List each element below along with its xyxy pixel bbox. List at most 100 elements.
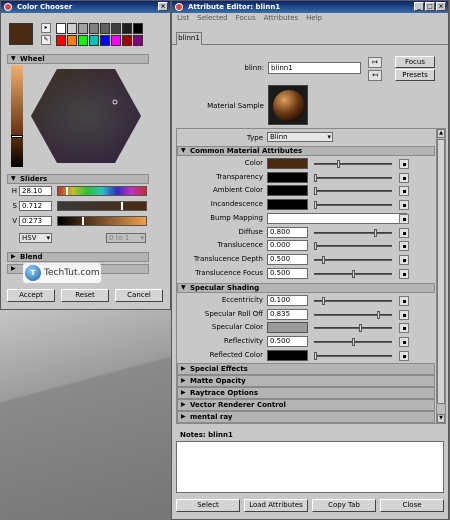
transparency-slider-handle[interactable] — [314, 173, 317, 182]
palette-swatch[interactable] — [122, 23, 132, 34]
section-raytrace-options[interactable]: ▶ Raytrace Options — [177, 387, 435, 399]
output-connections-icon[interactable]: ↤ — [368, 70, 382, 81]
translucence-slider-handle[interactable] — [314, 242, 317, 251]
sliders-section-header[interactable]: ▼ Sliders — [7, 174, 149, 184]
color-chooser-titlebar[interactable]: Color Chooser × — [1, 1, 170, 13]
translucence-focus-slider-handle[interactable] — [351, 269, 355, 278]
reflectivity-map-icon[interactable] — [399, 337, 409, 348]
palette-swatch[interactable] — [111, 35, 121, 46]
h-slider-handle[interactable] — [66, 187, 68, 195]
translucence-depth-map-icon[interactable] — [399, 254, 409, 265]
color-swatch[interactable] — [267, 158, 308, 169]
palette-swatch[interactable] — [133, 23, 143, 34]
scroll-thumb[interactable] — [437, 139, 445, 404]
load-attributes-button[interactable]: Load Attributes — [244, 499, 308, 512]
translucence-focus-slider[interactable] — [314, 269, 392, 278]
h-field[interactable]: 28.10 — [19, 186, 52, 196]
value-strip[interactable] — [11, 65, 23, 167]
eccentricity-slider-handle[interactable] — [321, 297, 325, 305]
palette-swatch[interactable] — [67, 23, 77, 34]
translucence-field[interactable]: 0.000 — [267, 240, 308, 252]
scrollbar[interactable]: ▲ ▼ — [436, 129, 445, 423]
transparency-swatch[interactable] — [267, 171, 308, 183]
diffuse-map-icon[interactable] — [399, 227, 409, 238]
ambient-color-slider[interactable] — [314, 187, 392, 196]
color-wheel-hexagon[interactable] — [29, 65, 143, 167]
copy-tab-button[interactable]: Copy Tab — [312, 499, 376, 512]
reflected-color-map-icon[interactable] — [399, 350, 409, 361]
type-select[interactable]: Blinn ▾ — [267, 132, 333, 142]
diffuse-slider-handle[interactable] — [374, 228, 377, 237]
reflected-color-slider[interactable] — [314, 351, 392, 360]
bump-mapping-map-icon[interactable] — [399, 213, 409, 224]
common-section-header[interactable]: ▼ Common Material Attributes — [177, 146, 435, 156]
translucence-depth-slider-handle[interactable] — [321, 255, 325, 264]
v-slider-bar[interactable] — [57, 216, 147, 226]
eccentricity-slider[interactable] — [314, 297, 392, 305]
s-field[interactable]: 0.712 — [19, 201, 52, 211]
diffuse-slider[interactable] — [314, 228, 392, 237]
s-slider-handle[interactable] — [121, 202, 123, 210]
section-special-effects[interactable]: ▶ Special Effects — [177, 363, 435, 375]
specular-color-slider[interactable] — [314, 324, 392, 333]
specular-roll-off-field[interactable]: 0.835 — [267, 308, 308, 320]
incandescence-slider[interactable] — [314, 201, 392, 210]
specular-roll-off-slider[interactable] — [314, 310, 392, 319]
cancel-button[interactable]: Cancel — [115, 289, 163, 302]
section-vector-renderer-control[interactable]: ▶ Vector Renderer Control — [177, 399, 435, 411]
palette-swatch[interactable] — [67, 35, 77, 46]
incandescence-slider-handle[interactable] — [314, 201, 317, 210]
specular-color-slider-handle[interactable] — [359, 324, 362, 333]
specular-roll-off-map-icon[interactable] — [399, 309, 409, 320]
value-strip-handle[interactable] — [11, 135, 23, 138]
reset-button[interactable]: Reset — [61, 289, 109, 302]
h-slider-bar[interactable] — [57, 186, 147, 196]
palette-swatch[interactable] — [111, 23, 121, 34]
translucence-focus-map-icon[interactable] — [399, 268, 409, 279]
palette-swatch[interactable] — [78, 35, 88, 46]
tab-blinn1[interactable]: blinn1 — [176, 32, 202, 45]
menu-item-focus[interactable]: Focus — [236, 13, 256, 24]
v-slider-handle[interactable] — [82, 217, 84, 225]
reflectivity-field[interactable]: 0.500 — [267, 336, 308, 348]
specular-color-map-icon[interactable] — [399, 323, 409, 334]
palette-swatch[interactable] — [133, 35, 143, 46]
select-button[interactable]: Select — [176, 499, 240, 512]
color-map-icon[interactable] — [399, 159, 409, 169]
minimize-icon[interactable]: _ — [414, 2, 424, 11]
blend-section-header[interactable]: ▶ Blend — [7, 252, 149, 262]
incandescence-map-icon[interactable] — [399, 200, 409, 211]
close-icon[interactable]: × — [158, 2, 168, 11]
palette-swatch[interactable] — [100, 23, 110, 34]
wheel-section-header[interactable]: ▼ Wheel — [7, 54, 149, 64]
reflectivity-slider-handle[interactable] — [351, 338, 355, 347]
presets-button[interactable]: Presets — [395, 69, 435, 81]
palette-swatch[interactable] — [56, 23, 66, 34]
swap-arrow-icon[interactable]: ▸ — [41, 23, 51, 33]
reflected-color-swatch[interactable] — [267, 349, 308, 361]
eyedropper-icon[interactable]: ✎ — [41, 35, 51, 45]
input-connections-icon[interactable]: ↦ — [368, 57, 382, 68]
ambient-color-slider-handle[interactable] — [314, 187, 317, 196]
menu-item-selected[interactable]: Selected — [197, 13, 227, 24]
menu-item-help[interactable]: Help — [306, 13, 322, 24]
ambient-color-swatch[interactable] — [267, 185, 308, 197]
eccentricity-map-icon[interactable] — [399, 296, 409, 306]
focus-button[interactable]: Focus — [395, 56, 435, 68]
s-slider-bar[interactable] — [57, 201, 147, 211]
specular-color-swatch[interactable] — [267, 322, 308, 334]
color-slider-handle[interactable] — [336, 160, 340, 168]
translucence-depth-slider[interactable] — [314, 255, 392, 264]
mode-select[interactable]: HSV ▾ — [19, 233, 52, 243]
eccentricity-field[interactable]: 0.100 — [267, 295, 308, 306]
translucence-focus-field[interactable]: 0.500 — [267, 267, 308, 279]
current-color-swatch[interactable] — [9, 23, 33, 45]
palette-swatch[interactable] — [122, 35, 132, 46]
close-button[interactable]: Close — [380, 499, 444, 512]
range-select[interactable]: 0 to 1 ▾ — [106, 233, 146, 243]
transparency-slider[interactable] — [314, 173, 392, 182]
translucence-map-icon[interactable] — [399, 241, 409, 252]
menu-item-attributes[interactable]: Attributes — [264, 13, 299, 24]
reflected-color-slider-handle[interactable] — [314, 351, 317, 360]
ambient-color-map-icon[interactable] — [399, 186, 409, 197]
